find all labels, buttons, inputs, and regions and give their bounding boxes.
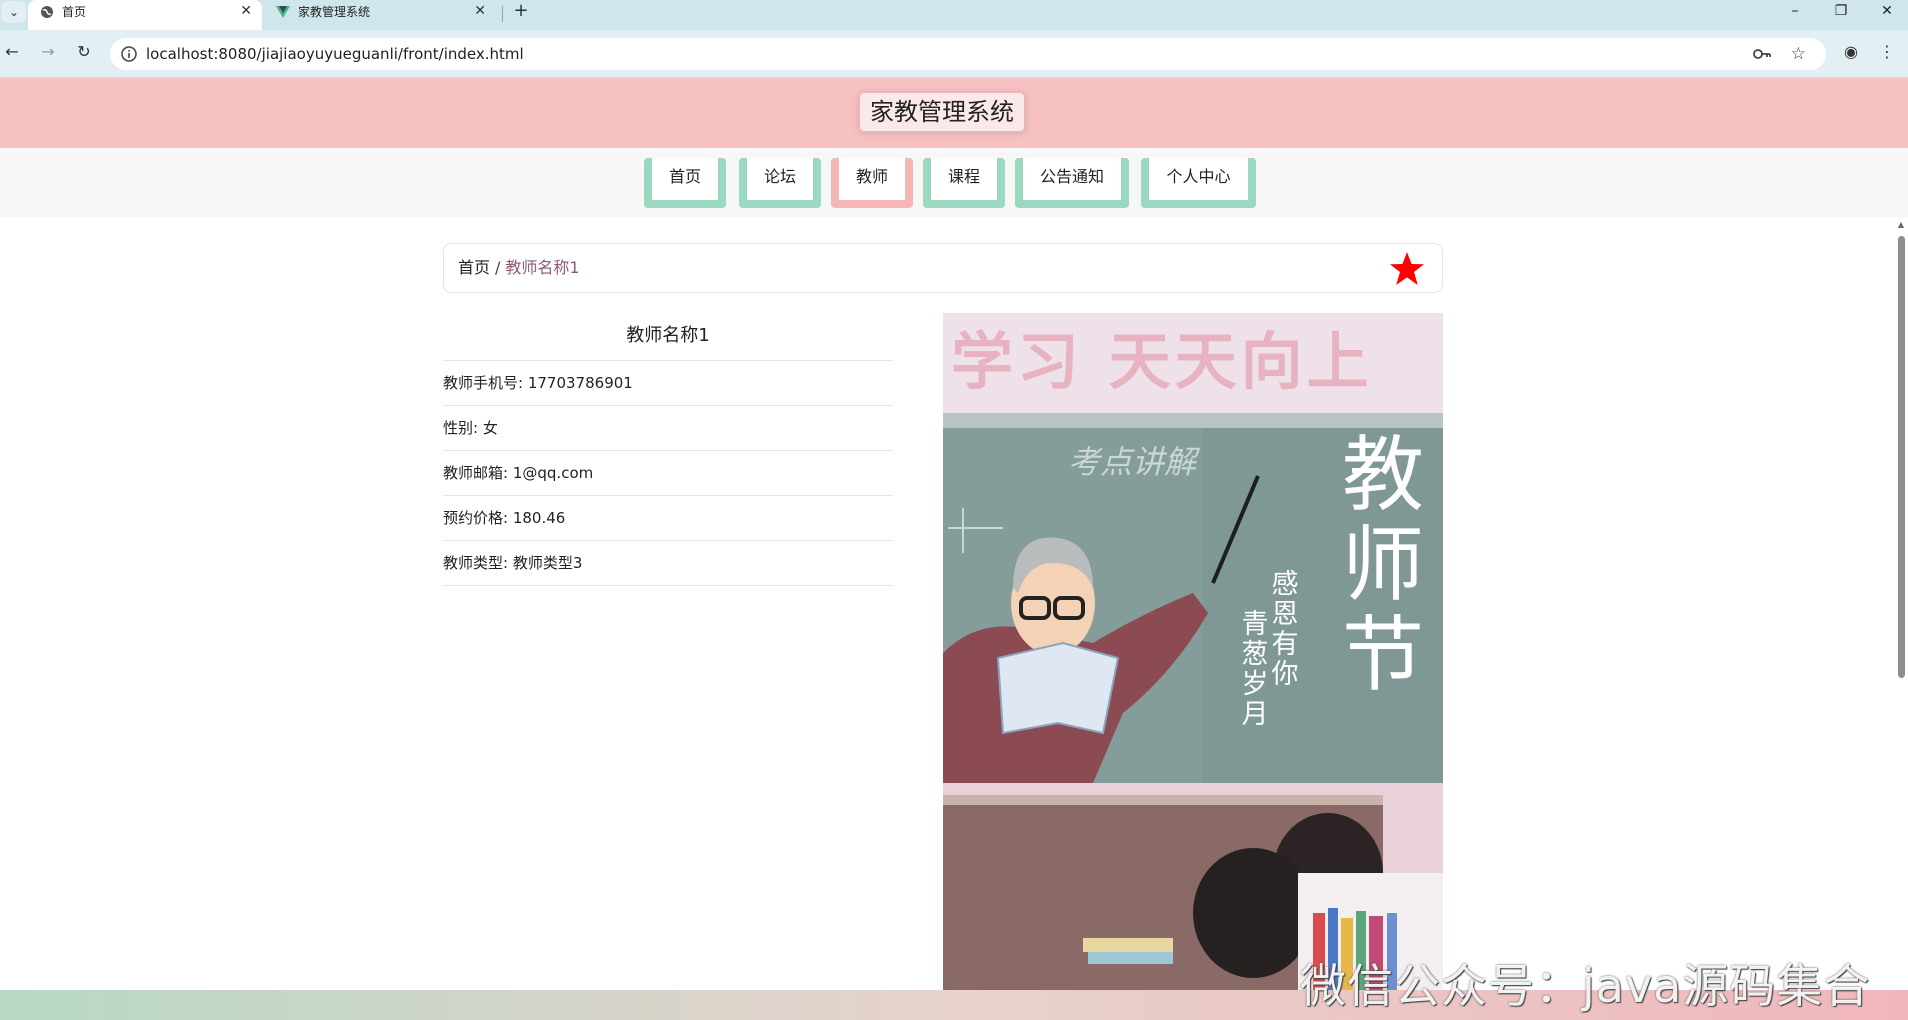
site-info-icon[interactable] [120, 45, 138, 63]
breadcrumb-home-link[interactable]: 首页 [458, 258, 490, 277]
detail-row-email: 教师邮箱: 1@qq.com [443, 451, 893, 496]
nav-item-forum[interactable]: 论坛 [739, 158, 821, 208]
vue-logo-icon [276, 6, 290, 18]
breadcrumb-current: 教师名称1 [505, 258, 580, 277]
tab-separator [502, 6, 503, 22]
profile-icon[interactable]: ◉ [1840, 42, 1862, 62]
poster-title-char-3: 节 [1342, 608, 1424, 703]
detail-row-phone: 教师手机号: 17703786901 [443, 361, 893, 406]
board-scribble: 考点讲解 [1068, 443, 1201, 481]
scroll-up-icon[interactable]: ▲ [1896, 220, 1906, 229]
detail-value: 教师类型3 [512, 554, 583, 572]
close-icon[interactable]: ✕ [474, 3, 486, 19]
nav-item-profile[interactable]: 个人中心 [1141, 158, 1256, 208]
detail-label: 性别 [443, 419, 474, 437]
browser-toolbar: ← → ↻ localhost:8080/jiajiaoyuyueguanli/… [0, 30, 1908, 78]
nav-item-notices[interactable]: 公告通知 [1015, 158, 1129, 208]
poster-banner-text: 学习 天天向上 [951, 325, 1373, 398]
url-text: localhost:8080/jiajiaoyuyueguanli/front/… [146, 45, 524, 63]
watermark-text: 微信公众号：java源码集合 [1300, 959, 1871, 1013]
tab-system[interactable]: 家教管理系统 ✕ [264, 0, 496, 30]
breadcrumb-separator: / [495, 258, 501, 277]
svg-text:感: 感 [1272, 569, 1299, 600]
restore-icon[interactable]: ❐ [1826, 2, 1856, 20]
forward-icon[interactable]: → [36, 42, 60, 62]
nav-item-home[interactable]: 首页 [644, 158, 726, 208]
detail-row-gender: 性别: 女 [443, 406, 893, 451]
globe-icon [41, 6, 53, 18]
close-icon[interactable]: ✕ [240, 3, 252, 19]
detail-row-price: 预约价格: 180.46 [443, 496, 893, 541]
svg-text:你: 你 [1272, 659, 1299, 690]
tab-title: 家教管理系统 [298, 5, 371, 19]
main-nav: 首页 论坛 教师 课程 公告通知 个人中心 [0, 148, 1908, 218]
detail-label: 预约价格 [443, 509, 504, 527]
teacher-details: 教师名称1 教师手机号: 17703786901 性别: 女 教师邮箱: 1@q… [443, 313, 893, 586]
nav-item-courses[interactable]: 课程 [923, 158, 1005, 208]
password-key-icon[interactable] [1752, 46, 1772, 62]
detail-row-type: 教师类型: 教师类型3 [443, 541, 893, 586]
new-tab-icon[interactable]: + [510, 1, 532, 21]
svg-text:月: 月 [1242, 699, 1269, 730]
bookmark-star-icon[interactable]: ☆ [1791, 44, 1806, 64]
page-scrollbar[interactable]: ▲ [1896, 218, 1906, 988]
nav-item-teachers[interactable]: 教师 [831, 158, 913, 208]
more-menu-icon[interactable]: ⋮ [1876, 42, 1898, 62]
svg-text:恩: 恩 [1272, 599, 1299, 630]
tab-title: 首页 [62, 5, 87, 19]
teacher-poster-image: 学习 天天向上 考点讲解 教 师 节 感恩有你 青葱岁月 [943, 313, 1443, 990]
browser-tab-bar: ⌄ 首页 ✕ 家教管理系统 ✕ + – ❐ ✕ [0, 0, 1908, 30]
site-title: 家教管理系统 [858, 91, 1026, 133]
teacher-name: 教师名称1 [443, 313, 893, 361]
breadcrumb-bar: 首页 / 教师名称1 [443, 243, 1443, 293]
poster-title-char-2: 师 [1342, 518, 1424, 613]
detail-value: 180.46 [512, 509, 566, 527]
tab-home[interactable]: 首页 ✕ [28, 0, 262, 30]
favorite-star-icon[interactable] [1388, 250, 1426, 288]
scroll-thumb[interactable] [1898, 236, 1905, 678]
poster-illustration: 学习 天天向上 考点讲解 教 师 节 感恩有你 青葱岁月 [943, 313, 1443, 990]
detail-value: 17703786901 [527, 374, 633, 392]
back-icon[interactable]: ← [0, 42, 24, 62]
detail-value: 女 [482, 419, 498, 437]
svg-text:葱: 葱 [1242, 639, 1269, 670]
tab-search-menu[interactable]: ⌄ [2, 1, 26, 23]
address-bar[interactable]: localhost:8080/jiajiaoyuyueguanli/front/… [110, 38, 1826, 70]
detail-label: 教师邮箱 [443, 464, 504, 482]
svg-text:岁: 岁 [1242, 669, 1269, 700]
close-window-icon[interactable]: ✕ [1872, 2, 1902, 20]
breadcrumb: 首页 / 教师名称1 [458, 258, 580, 278]
site-header: 家教管理系统 [0, 78, 1908, 148]
detail-label: 教师手机号 [443, 374, 519, 392]
svg-text:青: 青 [1242, 609, 1269, 640]
poster-title-char-1: 教 [1342, 428, 1424, 523]
reload-icon[interactable]: ↻ [72, 42, 96, 62]
minimize-icon[interactable]: – [1780, 2, 1810, 20]
detail-value: 1@qq.com [512, 464, 594, 482]
detail-label: 教师类型 [443, 554, 504, 572]
svg-text:有: 有 [1272, 629, 1299, 660]
